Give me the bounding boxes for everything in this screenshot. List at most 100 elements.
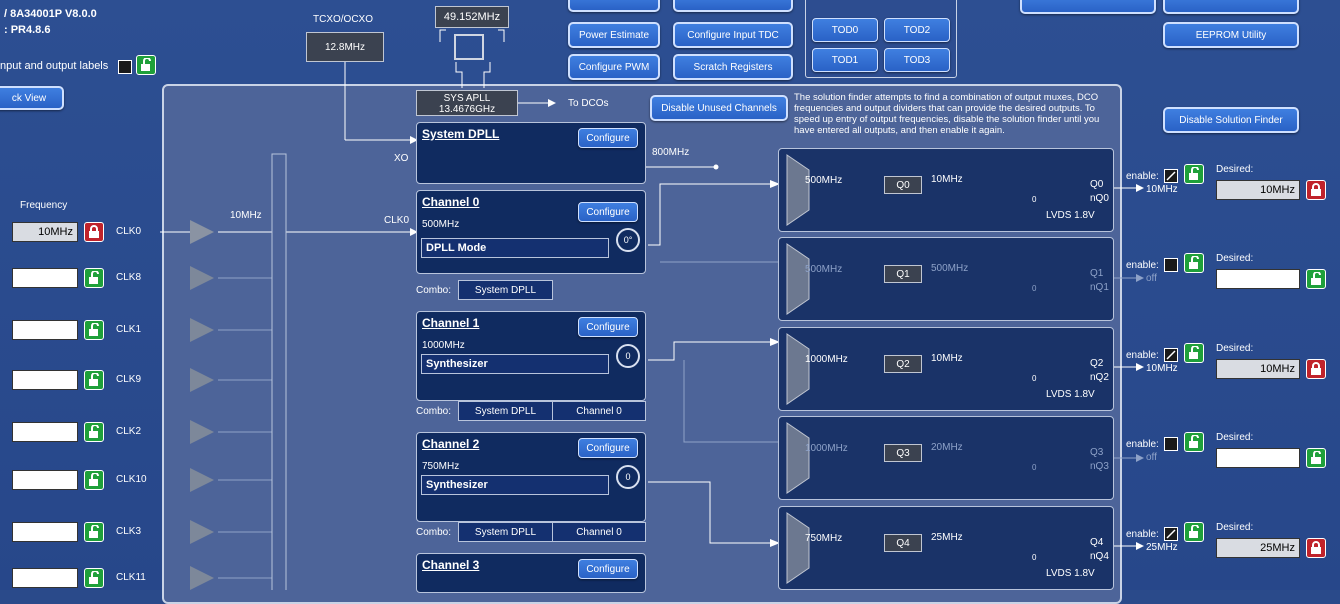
clk-lock-icon[interactable] <box>84 470 104 490</box>
output-polarity-zero: 0 <box>1032 195 1037 204</box>
output-p-label: Q3 <box>1090 447 1104 458</box>
combo-item[interactable]: System DPLL <box>459 523 553 541</box>
clk-lock-icon[interactable] <box>84 268 104 288</box>
clk-frequency-input[interactable] <box>12 470 78 490</box>
clk-frequency-input[interactable] <box>12 522 78 542</box>
desired-lock-icon[interactable] <box>1306 269 1326 289</box>
output-polarity-zero: 0 <box>1032 374 1037 383</box>
enable-checkbox[interactable] <box>1164 258 1178 272</box>
desired-freq-input[interactable] <box>1216 448 1300 468</box>
clk-label: CLK9 <box>116 374 142 385</box>
combo-item[interactable]: Channel 0 <box>553 402 645 420</box>
enable-lock-icon[interactable] <box>1184 432 1204 452</box>
channel-1-configure-button[interactable]: Configure <box>578 317 638 337</box>
disable-unused-channels-button[interactable]: Disable Unused Channels <box>650 95 788 121</box>
channel-2-title: Channel 2 <box>422 437 480 451</box>
channel-2-phase-dial[interactable]: 0 <box>616 465 640 489</box>
output-divider-box[interactable]: Q2 <box>884 355 922 373</box>
disable-solution-finder-button[interactable]: Disable Solution Finder <box>1163 107 1299 133</box>
clk0-frequency-input[interactable]: 10MHz <box>12 222 78 242</box>
channel-1-combo-label: Combo: <box>416 406 452 417</box>
channel-2-combo[interactable]: System DPLL Channel 0 <box>458 522 646 542</box>
output-divider-box[interactable]: Q0 <box>884 176 922 194</box>
signal-wires <box>160 29 1144 590</box>
desired-label: Desired: <box>1216 522 1254 533</box>
desired-lock-icon[interactable] <box>1306 538 1326 558</box>
combo-item[interactable]: System DPLL <box>459 402 553 420</box>
sys-apll-box: SYS APLL 13.4676GHz <box>416 90 518 116</box>
output-divider-freq: 500MHz <box>931 263 969 274</box>
output-mux-icon <box>786 333 810 405</box>
desired-freq-input[interactable] <box>1216 269 1300 289</box>
clk-frequency-input[interactable] <box>12 370 78 390</box>
enable-checkbox[interactable] <box>1164 527 1178 541</box>
clk-lock-icon[interactable] <box>84 568 104 588</box>
enable-checkbox[interactable] <box>1164 169 1178 183</box>
clk-frequency-input[interactable] <box>12 568 78 588</box>
clk-lock-icon[interactable] <box>84 370 104 390</box>
enable-checkbox[interactable] <box>1164 437 1178 451</box>
desired-freq-input[interactable]: 10MHz <box>1216 359 1300 379</box>
to-dcos-label: To DCOs <box>568 98 609 109</box>
output-mux-freq: 1000MHz <box>805 354 848 365</box>
input-buffer-icon <box>190 520 214 544</box>
output-divider-freq: 10MHz <box>931 174 963 185</box>
channel-1-phase-dial[interactable]: 0 <box>616 344 640 368</box>
clk0-lock-icon[interactable] <box>84 222 104 242</box>
clk-frequency-input[interactable] <box>12 320 78 340</box>
clk-lock-icon[interactable] <box>84 422 104 442</box>
clk-frequency-input[interactable] <box>12 422 78 442</box>
clk-lock-icon[interactable] <box>84 522 104 542</box>
input-buffer-icon <box>190 266 214 290</box>
channel-0-combo[interactable]: System DPLL <box>458 280 553 300</box>
output-n-label: nQ3 <box>1090 461 1109 472</box>
channel-2-configure-button[interactable]: Configure <box>578 438 638 458</box>
clk-label: CLK0 <box>116 226 142 237</box>
combo-item[interactable]: Channel 0 <box>553 523 645 541</box>
enable-lock-icon[interactable] <box>1184 343 1204 363</box>
channel-0-title: Channel 0 <box>422 195 480 209</box>
output-divider-box[interactable]: Q4 <box>884 534 922 552</box>
desired-label: Desired: <box>1216 253 1254 264</box>
output-standard: LVDS 1.8V <box>1046 568 1095 579</box>
enable-label: enable: <box>1126 529 1159 540</box>
output-card-q1 <box>778 237 1114 321</box>
channel-0-mode[interactable]: DPLL Mode <box>421 238 609 258</box>
output-mux-freq: 500MHz <box>805 175 843 186</box>
input-buffer-icon <box>190 468 214 492</box>
channel-0-phase-dial[interactable]: 0° <box>616 228 640 252</box>
output-p-label: Q4 <box>1090 537 1104 548</box>
desired-freq-input[interactable]: 10MHz <box>1216 180 1300 200</box>
enable-lock-icon[interactable] <box>1184 253 1204 273</box>
system-dpll-configure-button[interactable]: Configure <box>578 128 638 148</box>
clk-lock-icon[interactable] <box>84 320 104 340</box>
input-buffer-icon <box>190 318 214 342</box>
enable-lock-icon[interactable] <box>1184 164 1204 184</box>
input-buffer-icon <box>190 566 214 590</box>
channel-2-mode[interactable]: Synthesizer <box>421 475 609 495</box>
clk-frequency-input[interactable] <box>12 268 78 288</box>
output-actual-freq: 10MHz <box>1146 363 1178 374</box>
desired-freq-input[interactable]: 25MHz <box>1216 538 1300 558</box>
enable-checkbox[interactable] <box>1164 348 1178 362</box>
desired-lock-icon[interactable] <box>1306 180 1326 200</box>
xo-label: XO <box>394 153 409 164</box>
clk-label: CLK8 <box>116 272 142 283</box>
dpll-out-freq: 800MHz <box>652 147 690 158</box>
output-divider-box[interactable]: Q3 <box>884 444 922 462</box>
output-polarity-zero: 0 <box>1032 553 1037 562</box>
desired-lock-icon[interactable] <box>1306 448 1326 468</box>
enable-label: enable: <box>1126 171 1159 182</box>
output-divider-box[interactable]: Q1 <box>884 265 922 283</box>
enable-lock-icon[interactable] <box>1184 522 1204 542</box>
desired-lock-icon[interactable] <box>1306 359 1326 379</box>
channel-1-combo[interactable]: System DPLL Channel 0 <box>458 401 646 421</box>
output-mux-icon <box>786 422 810 494</box>
output-standard: LVDS 1.8V <box>1046 389 1095 400</box>
channel-3-configure-button[interactable]: Configure <box>578 559 638 579</box>
channel-0-configure-button[interactable]: Configure <box>578 202 638 222</box>
channel-1-mode[interactable]: Synthesizer <box>421 354 609 374</box>
channel-0-combo-label: Combo: <box>416 285 452 296</box>
output-p-label: Q1 <box>1090 268 1104 279</box>
combo-item[interactable]: System DPLL <box>459 281 552 299</box>
